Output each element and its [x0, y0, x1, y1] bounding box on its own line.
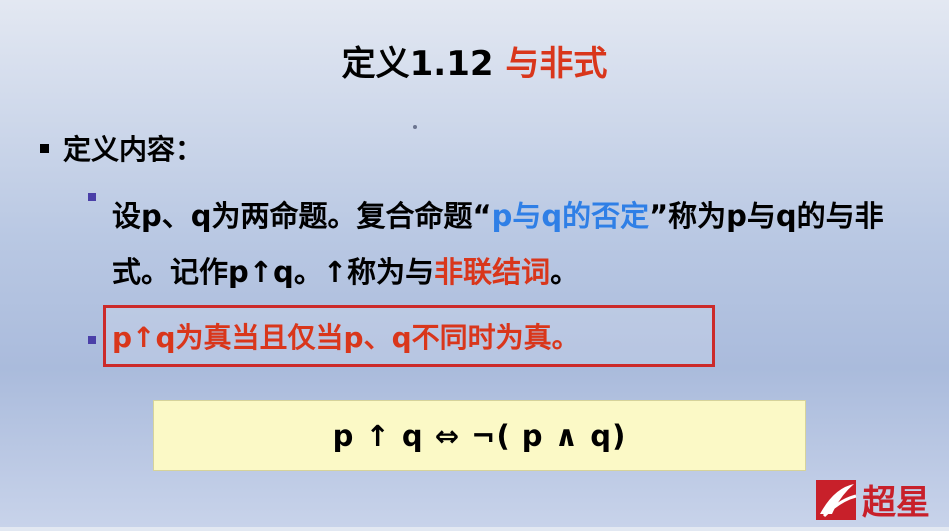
para-end: 。 [550, 255, 580, 289]
formula-text: p ↑ q ⇔ ¬( p ∧ q) [332, 418, 627, 453]
boxed-text: p↑q为真当且仅当p、q不同时为真。 [112, 321, 580, 354]
chaoxing-logo: 超星 [810, 470, 949, 527]
square-bullet-icon [88, 193, 96, 201]
para-red: 非联结词 [434, 255, 551, 289]
para-blue: p与q的否定 [491, 199, 650, 233]
logo-icon: 超星 [816, 480, 930, 523]
title-prefix: 定义1.12 [341, 44, 506, 84]
logo-text: 超星 [862, 483, 930, 523]
definition-paragraph: 设p、q为两命题。复合命题“p与q的否定”称为p与q的与非式。记作p↑q。↑称为… [112, 188, 932, 300]
square-bullet-icon [88, 336, 96, 344]
heading-bullet: 定义内容： [40, 128, 203, 168]
boxed-statement: p↑q为真当且仅当p、q不同时为真。 [103, 305, 715, 367]
title-accent: 与非式 [505, 44, 608, 84]
heading-text: 定义内容： [63, 133, 204, 166]
formula-box: p ↑ q ⇔ ¬( p ∧ q) [153, 400, 806, 471]
square-bullet-icon [40, 143, 49, 153]
decorative-dot [413, 125, 417, 129]
sub-bullet-1 [88, 193, 110, 201]
para-part1: 设p、q为两命题。复合命题“ [112, 199, 492, 233]
slide-title: 定义1.12 与非式 [0, 36, 949, 85]
slide: 定义1.12 与非式 定义内容： 设p、q为两命题。复合命题“p与q的否定”称为… [0, 0, 949, 527]
